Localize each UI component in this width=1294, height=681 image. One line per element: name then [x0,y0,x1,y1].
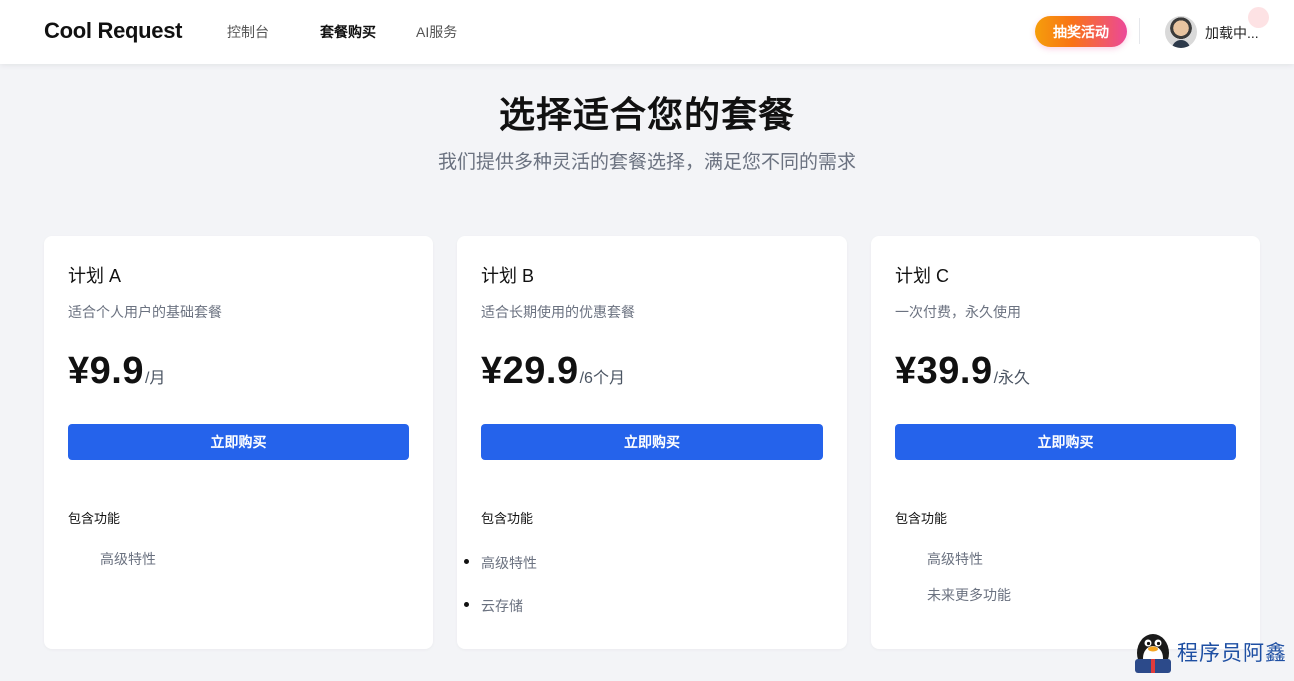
plan-card-c: 计划 C 一次付费，永久使用 ¥39.9 /永久 立即购买 包含功能 高级特性 … [871,236,1260,649]
plan-period: /月 [144,370,166,387]
lottery-button[interactable]: 抽奖活动 [1035,16,1127,47]
nav-item-console[interactable]: 控制台 [227,22,269,42]
notification-dot [1248,7,1269,28]
buy-button[interactable]: 立即购买 [68,424,409,460]
plan-price: ¥39.9 [895,350,993,392]
nav-item-plans[interactable]: 套餐购买 [320,22,376,42]
watermark: 程序员阿鑫 [1133,629,1293,673]
features-title: 包含功能 [68,511,121,526]
plan-period: /永久 [993,370,1031,387]
penguin-icon [1135,634,1171,673]
avatar[interactable] [1165,16,1197,48]
plan-description: 适合个人用户的基础套餐 [68,304,222,320]
price-row: ¥39.9 /永久 [895,350,1030,393]
bullet-icon [464,602,469,607]
feature-item: 云存储 [481,598,523,614]
plan-period: /6个月 [579,370,625,387]
features-title: 包含功能 [895,511,948,526]
plan-card-a: 计划 A 适合个人用户的基础套餐 ¥9.9 /月 立即购买 包含功能 高级特性 [44,236,433,649]
plan-name: 计划 C [895,266,949,286]
price-row: ¥9.9 /月 [68,350,165,393]
features-title: 包含功能 [481,511,534,526]
nav-item-ai-service[interactable]: AI服务 [416,22,457,42]
plan-price: ¥9.9 [68,350,144,392]
feature-item: 高级特性 [100,551,156,567]
feature-item: 未来更多功能 [927,587,1011,603]
feature-item: 高级特性 [481,555,537,571]
brand-logo[interactable]: Cool Request [44,18,182,44]
top-navbar: Cool Request 控制台 套餐购买 AI服务 抽奖活动 加载中... [0,0,1294,64]
plan-name: 计划 B [481,266,535,286]
watermark-text: 程序员阿鑫 [1177,642,1287,665]
header-divider [1139,18,1140,44]
page-title: 选择适合您的套餐 [498,94,795,135]
price-row: ¥29.9 /6个月 [481,350,625,393]
plan-price: ¥29.9 [481,350,579,392]
feature-item: 高级特性 [927,551,983,567]
page-subtitle: 我们提供多种灵活的套餐选择，满足您不同的需求 [437,152,856,173]
buy-button[interactable]: 立即购买 [895,424,1236,460]
plan-description: 一次付费，永久使用 [895,304,1021,320]
plan-description: 适合长期使用的优惠套餐 [481,304,635,320]
bullet-icon [464,559,469,564]
plan-name: 计划 A [68,266,122,286]
plan-card-b: 计划 B 适合长期使用的优惠套餐 ¥29.9 /6个月 立即购买 包含功能 高级… [457,236,847,649]
buy-button[interactable]: 立即购买 [481,424,823,460]
